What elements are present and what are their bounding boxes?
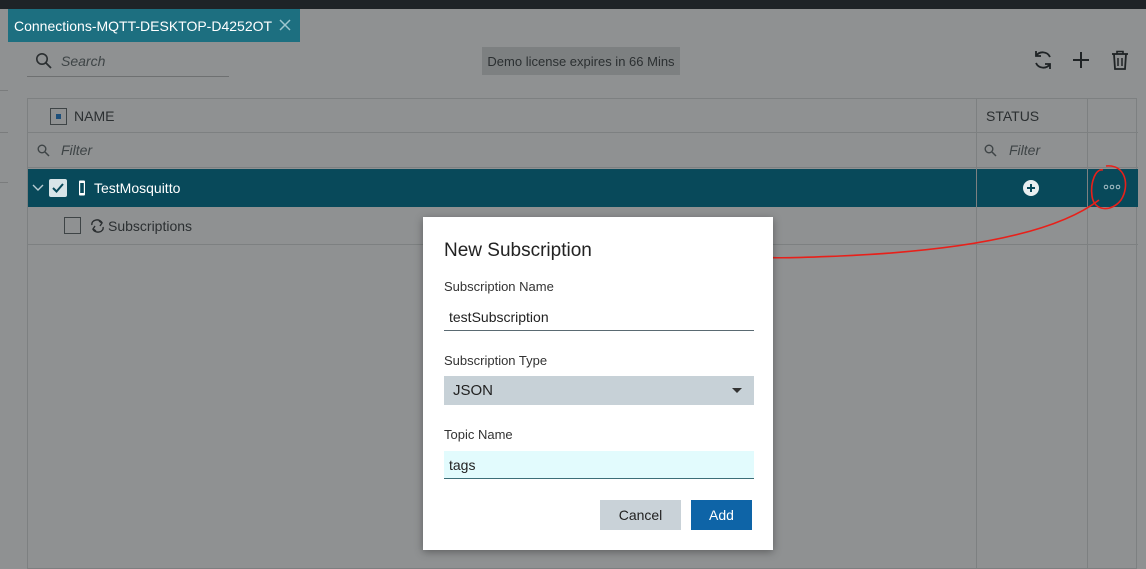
os-title-bar [0, 0, 1146, 9]
trash-icon[interactable] [1108, 48, 1132, 72]
refresh-icon[interactable] [1031, 48, 1055, 72]
subscription-name-field[interactable] [444, 303, 754, 331]
chevron-down-icon[interactable] [32, 183, 44, 193]
topic-name-label: Topic Name [444, 427, 513, 442]
status-filter-input[interactable]: Filter [1009, 142, 1040, 158]
column-divider [976, 99, 977, 569]
row-checkbox[interactable] [49, 179, 67, 197]
grid-header: NAME STATUS [28, 99, 1138, 133]
more-icon[interactable] [1103, 184, 1121, 190]
subscription-type-select[interactable]: JSON [444, 376, 754, 405]
tab-connections[interactable]: Connections-MQTT-DESKTOP-D4252OT [8, 9, 300, 42]
cancel-button[interactable]: Cancel [600, 500, 681, 530]
add-button[interactable]: Add [691, 500, 752, 530]
column-header-name[interactable]: NAME [74, 108, 114, 124]
search-box[interactable]: Search [27, 45, 229, 77]
plus-circle-icon[interactable] [1023, 180, 1039, 196]
name-filter-input[interactable]: Filter [61, 142, 92, 158]
column-divider [1087, 99, 1088, 569]
column-header-status[interactable]: STATUS [986, 108, 1039, 124]
subscription-type-label: Subscription Type [444, 353, 548, 368]
table-row[interactable]: TestMosquitto [28, 169, 1138, 207]
sync-icon [91, 219, 104, 233]
tab-strip: Connections-MQTT-DESKTOP-D4252OT [0, 9, 1146, 42]
filter-row: Filter Filter [28, 133, 1138, 168]
select-all-checkbox[interactable] [50, 108, 67, 125]
subscription-name-label: Subscription Name [444, 279, 554, 294]
dialog-title: New Subscription [444, 240, 592, 261]
left-edge [0, 42, 8, 569]
plus-icon[interactable] [1069, 48, 1093, 72]
new-subscription-dialog: New Subscription Subscription Name Subsc… [423, 217, 773, 550]
search-icon [36, 52, 52, 69]
tab-title: Connections-MQTT-DESKTOP-D4252OT [14, 17, 273, 34]
search-icon [984, 144, 997, 157]
search-icon [37, 144, 50, 157]
device-icon [79, 180, 85, 196]
subscription-type-value: JSON [453, 382, 494, 399]
close-icon[interactable] [276, 16, 294, 34]
row-checkbox[interactable] [64, 217, 81, 234]
search-input[interactable]: Search [61, 53, 105, 69]
license-banner: Demo license expires in 66 Mins [482, 47, 680, 75]
row-label: TestMosquitto [94, 180, 181, 196]
row-label: Subscriptions [108, 218, 193, 234]
caret-down-icon [732, 388, 742, 393]
topic-name-field[interactable] [444, 451, 754, 479]
